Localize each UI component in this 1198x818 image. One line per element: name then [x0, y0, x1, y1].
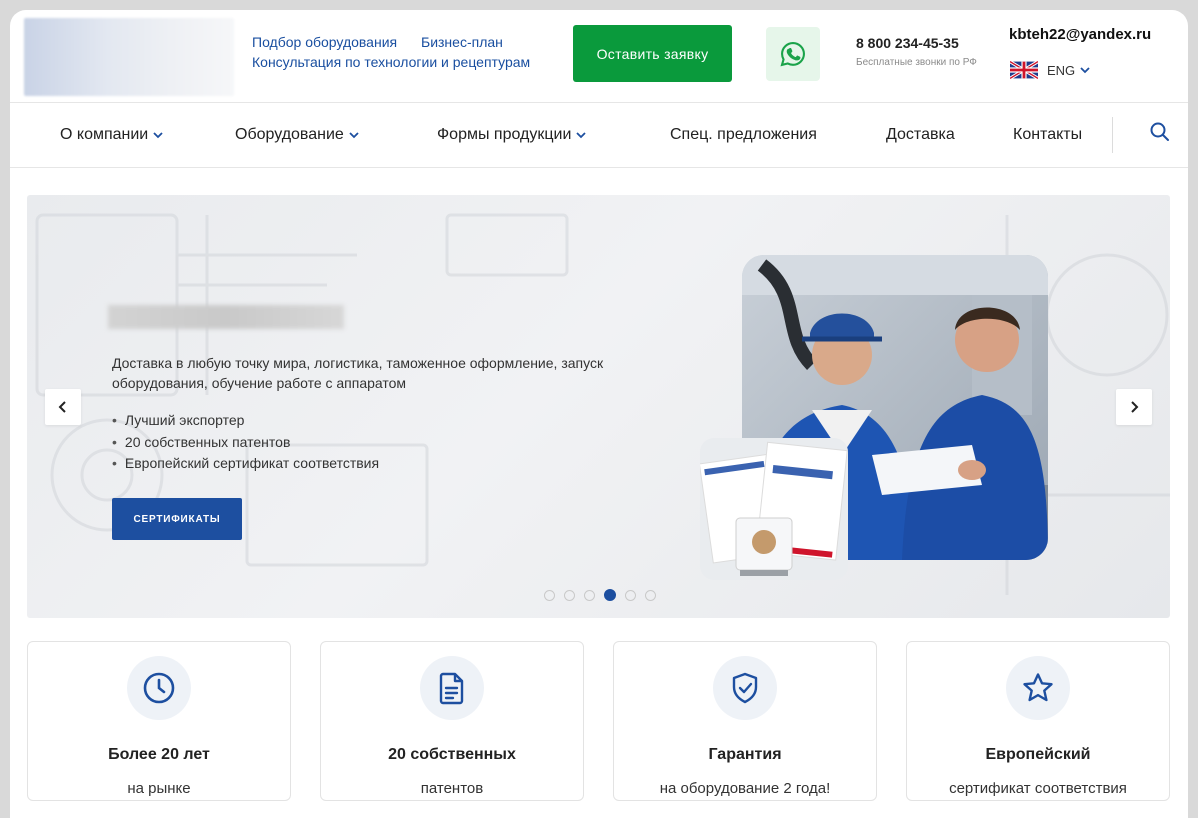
slider-dot[interactable]	[544, 590, 555, 601]
feature-card-patents: 20 собственных патентов	[320, 641, 584, 801]
certificates-button[interactable]: СЕРТИФИКАТЫ	[112, 498, 242, 540]
slider-dot-active[interactable]	[604, 589, 616, 601]
slide-description: Доставка в любую точку мира, логистика, …	[112, 355, 604, 391]
uk-flag-icon	[1010, 61, 1038, 79]
slider-dot[interactable]	[564, 590, 575, 601]
whatsapp-icon	[780, 42, 805, 67]
feature-subtitle: на оборудование 2 года!	[659, 780, 831, 797]
list-item: Европейский сертификат соответствия	[112, 453, 379, 475]
search-button[interactable]	[1149, 121, 1171, 148]
feature-title: Европейский	[985, 746, 1091, 763]
star-icon	[1023, 673, 1053, 702]
company-logo[interactable]	[24, 18, 234, 96]
hero-slider: Доставка в любую точку мира, логистика, …	[27, 195, 1170, 618]
certificates-image	[698, 438, 848, 580]
features-row: Более 20 лет на рынке 20 собственных пат…	[27, 641, 1170, 801]
feature-card-certificate: Европейский сертификат соответствия	[906, 641, 1170, 801]
search-icon	[1150, 122, 1169, 141]
feature-card-warranty: Гарантия на оборудование 2 года!	[613, 641, 877, 801]
chevron-down-icon	[349, 132, 359, 139]
site-header: Подбор оборудования Бизнес-план Консульт…	[10, 10, 1188, 103]
phone-block: 8 800 234-45-35 Бесплатные звонки по РФ	[856, 35, 977, 68]
slider-dot[interactable]	[625, 590, 636, 601]
nav-item-product-forms[interactable]: Формы продукции	[437, 126, 587, 144]
link-business-plan[interactable]: Бизнес-план	[421, 34, 503, 50]
slider-dot[interactable]	[584, 590, 595, 601]
chevron-right-icon	[1131, 401, 1139, 413]
nav-item-equipment[interactable]: Оборудование	[235, 126, 360, 144]
feature-title: Гарантия	[708, 746, 782, 763]
whatsapp-button[interactable]	[766, 27, 820, 81]
nav-divider	[1112, 117, 1113, 153]
nav-item-special-offers[interactable]: Спец. предложения	[670, 126, 817, 144]
feature-card-experience: Более 20 лет на рынке	[27, 641, 291, 801]
language-label: ENG	[1047, 62, 1076, 78]
top-links: Подбор оборудования Бизнес-план Консульт…	[252, 32, 530, 72]
clock-icon	[143, 672, 175, 704]
list-item: 20 собственных патентов	[112, 432, 379, 454]
email-link[interactable]: kbteh22@yandex.ru	[1009, 26, 1151, 43]
document-icon	[439, 672, 464, 705]
feature-subtitle: сертификат соответствия	[949, 780, 1127, 797]
slider-pagination	[544, 589, 665, 601]
link-equipment-selection[interactable]: Подбор оборудования	[252, 34, 397, 50]
slider-dot[interactable]	[645, 590, 656, 601]
feature-title: 20 собственных	[388, 746, 516, 763]
leave-request-button[interactable]: Оставить заявку	[573, 25, 732, 82]
link-technology-consulting[interactable]: Консультация по технологии и рецептурам	[252, 54, 530, 70]
feature-subtitle: на рынке	[127, 780, 191, 797]
phone-note: Бесплатные звонки по РФ	[856, 57, 977, 68]
chevron-down-icon	[153, 132, 163, 139]
chevron-down-icon	[1080, 67, 1090, 74]
slider-prev-button[interactable]	[45, 389, 81, 425]
feature-subtitle: патентов	[420, 780, 484, 797]
slide-title-blurred	[108, 305, 344, 329]
nav-item-contacts[interactable]: Контакты	[1013, 126, 1082, 144]
slider-next-button[interactable]	[1116, 389, 1152, 425]
list-item: Лучший экспортер	[112, 410, 379, 432]
browser-page: Подбор оборудования Бизнес-план Консульт…	[10, 10, 1188, 818]
phone-number[interactable]: 8 800 234-45-35	[856, 35, 977, 51]
slide-bullets: Лучший экспортер 20 собственных патентов…	[112, 410, 379, 475]
chevron-left-icon	[58, 401, 66, 413]
shield-check-icon	[732, 672, 758, 704]
main-nav: О компании Оборудование Формы продукции …	[10, 103, 1188, 168]
nav-item-about[interactable]: О компании	[60, 126, 164, 144]
language-selector[interactable]: ENG	[1010, 61, 1091, 79]
feature-title: Более 20 лет	[108, 746, 210, 763]
chevron-down-icon	[576, 132, 587, 139]
nav-item-delivery[interactable]: Доставка	[886, 126, 955, 144]
